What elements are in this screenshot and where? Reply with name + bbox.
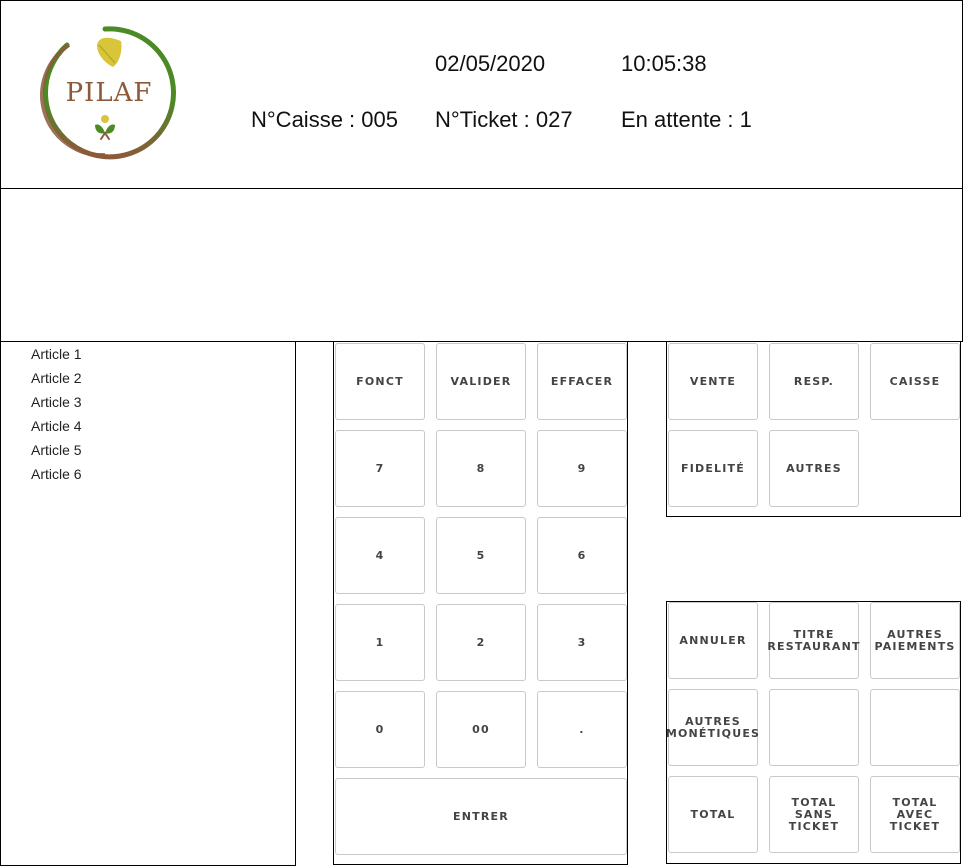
ticket-number: N°Ticket : 027 bbox=[435, 107, 573, 132]
caisse-number: N°Caisse : 005 bbox=[251, 107, 398, 132]
list-item[interactable]: Article 5 bbox=[31, 442, 82, 458]
vente-button[interactable]: VENTE bbox=[668, 343, 758, 420]
valider-button[interactable]: VALIDER bbox=[436, 343, 526, 420]
key-7-button[interactable]: 7 bbox=[335, 430, 425, 507]
empty-button[interactable] bbox=[870, 689, 960, 766]
pilaf-logo: PILAF bbox=[40, 26, 177, 160]
fidelite-button[interactable]: FIDELITÉ bbox=[668, 430, 758, 507]
logo-text: PILAF bbox=[66, 78, 153, 108]
key-6-button[interactable]: 6 bbox=[537, 517, 627, 594]
effacer-button[interactable]: EFFACER bbox=[537, 343, 627, 420]
key-3-button[interactable]: 3 bbox=[537, 604, 627, 681]
time-display: 10:05:38 bbox=[621, 51, 707, 76]
date-display: 02/05/2020 bbox=[435, 51, 546, 76]
mode-panel: VENTE RESP. CAISSE FIDELITÉ AUTRES bbox=[666, 341, 961, 517]
keypad-panel: FONCT VALIDER EFFACER 7 8 9 4 5 6 1 2 3 … bbox=[333, 341, 628, 865]
list-item[interactable]: Article 6 bbox=[31, 466, 82, 482]
autres-button[interactable]: AUTRES bbox=[769, 430, 859, 507]
key-1-button[interactable]: 1 bbox=[335, 604, 425, 681]
list-item[interactable]: Article 2 bbox=[31, 370, 82, 386]
payment-panel: ANNULER TITRE RESTAURANT AUTRES PAIEMENT… bbox=[666, 601, 961, 864]
waiting-count: En attente : 1 bbox=[621, 107, 752, 132]
fonct-button[interactable]: FONCT bbox=[335, 343, 425, 420]
key-9-button[interactable]: 9 bbox=[537, 430, 627, 507]
key-2-button[interactable]: 2 bbox=[436, 604, 526, 681]
autres-monetiques-button[interactable]: AUTRES MONÉTIQUES bbox=[666, 689, 759, 766]
titre-restaurant-button[interactable]: TITRE RESTAURANT bbox=[767, 602, 859, 679]
leaf-icon bbox=[97, 37, 122, 67]
key-0-button[interactable]: 0 bbox=[335, 691, 425, 768]
article-list: Article 1 Article 2 Article 3 Article 4 … bbox=[0, 341, 296, 866]
list-item[interactable]: Article 3 bbox=[31, 394, 82, 410]
entrer-button[interactable]: ENTRER bbox=[335, 778, 627, 855]
key-5-button[interactable]: 5 bbox=[436, 517, 526, 594]
resp-button[interactable]: RESP. bbox=[769, 343, 859, 420]
total-sans-ticket-button[interactable]: TOTAL SANS TICKET bbox=[769, 776, 859, 853]
empty-button[interactable] bbox=[769, 689, 859, 766]
caisse-button[interactable]: CAISSE bbox=[870, 343, 960, 420]
key-00-button[interactable]: 00 bbox=[436, 691, 526, 768]
list-item[interactable]: Article 1 bbox=[31, 346, 82, 362]
key-4-button[interactable]: 4 bbox=[335, 517, 425, 594]
list-item[interactable]: Article 4 bbox=[31, 418, 82, 434]
key-8-button[interactable]: 8 bbox=[436, 430, 526, 507]
key-dot-button[interactable]: . bbox=[537, 691, 627, 768]
person-leaf-icon bbox=[95, 115, 115, 140]
header-bar: PILAF 02/05/2020 10:05:38 N°Caisse : 005… bbox=[0, 0, 963, 189]
total-button[interactable]: TOTAL bbox=[668, 776, 758, 853]
annuler-button[interactable]: ANNULER bbox=[668, 602, 758, 679]
total-avec-ticket-button[interactable]: TOTAL AVEC TICKET bbox=[870, 776, 960, 853]
autres-paiements-button[interactable]: AUTRES PAIEMENTS bbox=[870, 602, 960, 679]
ticket-display-area bbox=[0, 188, 963, 342]
